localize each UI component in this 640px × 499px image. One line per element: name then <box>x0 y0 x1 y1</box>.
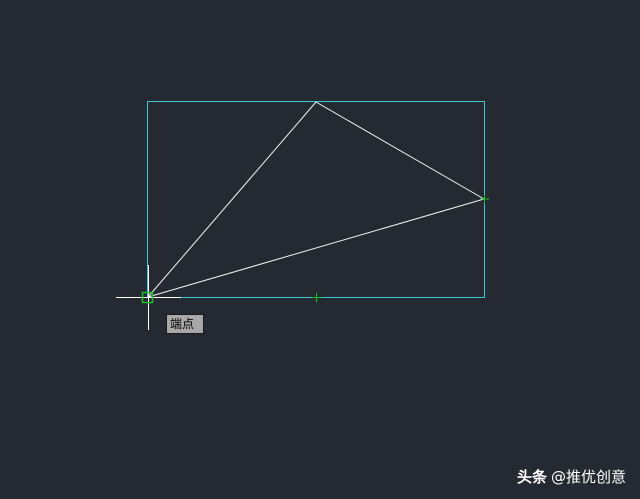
midpoint-marker-right <box>480 195 489 204</box>
line-segment-top-right[interactable] <box>315 101 485 200</box>
snap-tooltip: 端点 <box>166 314 204 334</box>
watermark-brand: 头条 <box>516 468 547 486</box>
line-segment-left[interactable] <box>147 101 317 298</box>
drawing-canvas[interactable] <box>0 0 640 499</box>
watermark: 头条 @推优创意 <box>517 468 626 486</box>
snap-tooltip-label: 端点 <box>170 317 195 331</box>
line-segment-bottom[interactable] <box>147 198 485 298</box>
midpoint-marker-bottom <box>312 293 321 302</box>
watermark-handle: @推优创意 <box>550 468 626 486</box>
rectangle-shape[interactable] <box>147 101 485 298</box>
